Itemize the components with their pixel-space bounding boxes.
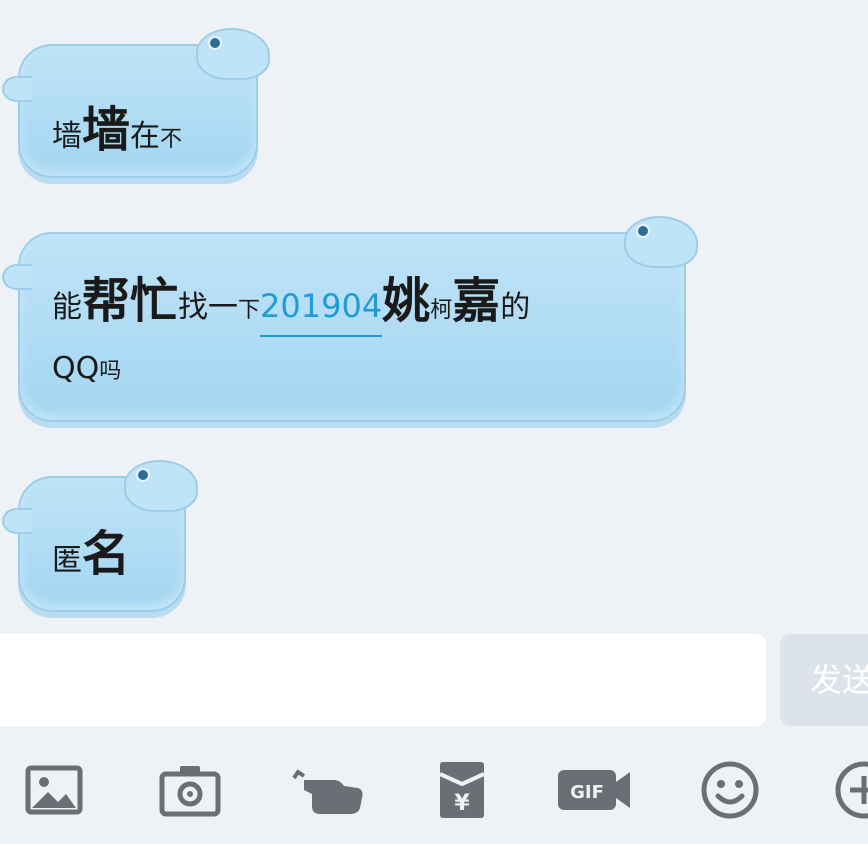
- char: 在: [130, 119, 161, 154]
- char: 帮: [82, 273, 131, 329]
- message-input[interactable]: [0, 634, 766, 726]
- char: 姚: [382, 273, 431, 329]
- char: 能: [52, 290, 82, 325]
- red-packet-icon[interactable]: ¥: [430, 758, 494, 822]
- bubble-hippo-head: [124, 460, 198, 512]
- svg-text:¥: ¥: [454, 791, 470, 816]
- char: 墙: [52, 119, 82, 154]
- char: 下: [238, 298, 261, 323]
- char: 柯: [430, 298, 453, 323]
- message-bubble[interactable]: 墙墙在不: [2, 28, 270, 178]
- gif-icon[interactable]: GIF: [556, 758, 634, 822]
- message-text: 墙墙在不: [52, 90, 182, 160]
- hippo-eye-icon: [136, 468, 150, 482]
- emoji-icon[interactable]: [698, 758, 762, 822]
- char: 吗: [99, 359, 122, 384]
- char: 墙: [82, 102, 131, 158]
- char: 匿: [52, 543, 82, 578]
- char: 名: [82, 526, 131, 582]
- char: QQ: [52, 351, 100, 386]
- message-bubble[interactable]: 匿名: [2, 460, 198, 612]
- char: 找: [178, 290, 209, 325]
- send-button[interactable]: 发送: [780, 634, 868, 726]
- hippo-eye-icon: [208, 36, 222, 50]
- char: 的: [500, 290, 531, 325]
- bubble-tail: [2, 508, 32, 534]
- bubble-tail: [2, 76, 32, 102]
- bubble-hippo-head: [624, 216, 698, 268]
- image-icon[interactable]: [22, 758, 86, 822]
- char: 嘉: [452, 273, 501, 329]
- message-bubble[interactable]: 能帮忙找一下201904姚柯嘉的 QQ吗: [2, 216, 698, 422]
- camera-icon[interactable]: [158, 758, 222, 822]
- message-text: 能帮忙找一下201904姚柯嘉的 QQ吗: [52, 274, 530, 399]
- hippo-eye-icon: [636, 224, 650, 238]
- message-text: 匿名: [52, 514, 130, 584]
- svg-text:GIF: GIF: [570, 782, 604, 803]
- chat-screen: 墙墙在不 能帮忙找一下201904姚柯嘉的 QQ吗 匿名 发送 ¥ GIF: [0, 0, 868, 844]
- char: 不: [160, 127, 183, 152]
- plus-icon[interactable]: [832, 758, 868, 822]
- bubble-hippo-head: [196, 28, 270, 80]
- char: 一: [208, 290, 239, 325]
- input-toolbar: ¥ GIF: [0, 740, 868, 844]
- number-link[interactable]: 201904: [260, 287, 383, 337]
- bubble-tail: [2, 264, 32, 290]
- poke-icon[interactable]: [290, 758, 366, 822]
- char: 忙: [130, 273, 179, 329]
